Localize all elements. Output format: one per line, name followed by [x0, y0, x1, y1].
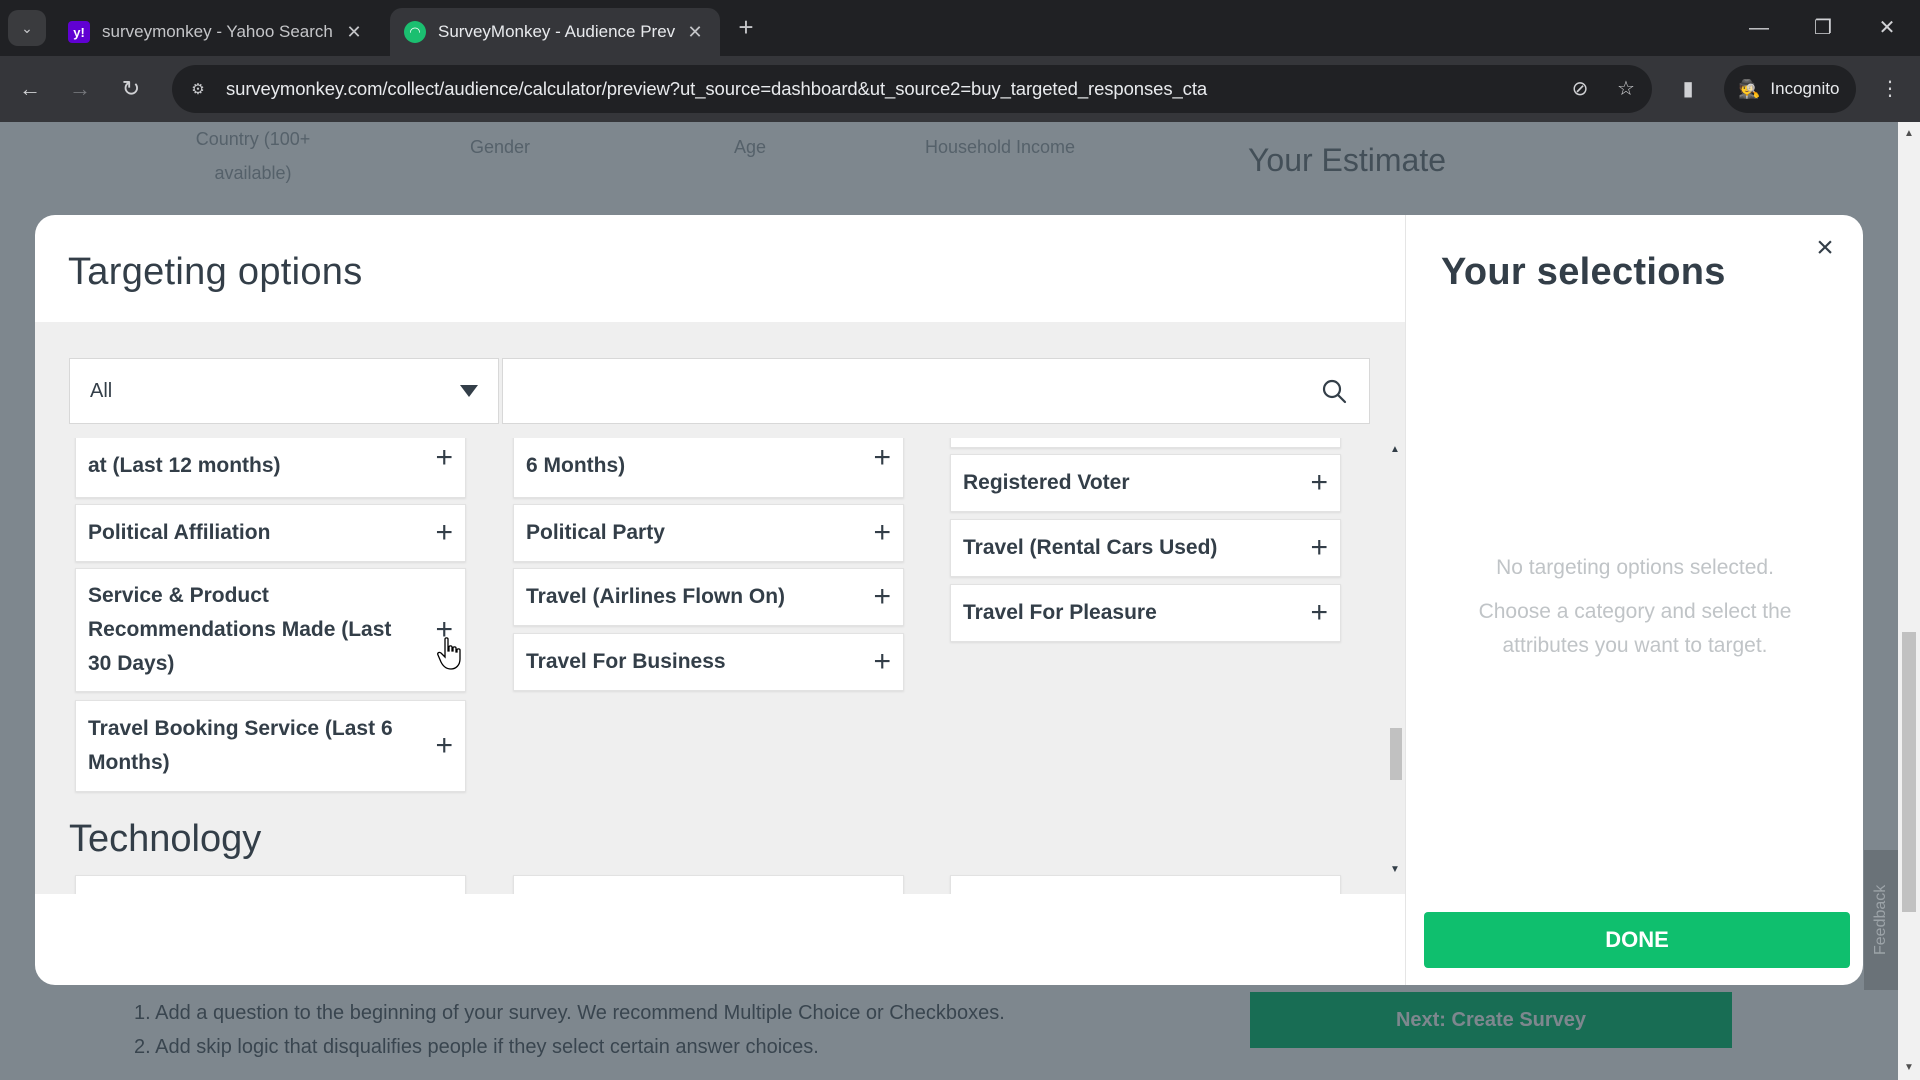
add-icon[interactable]: + [873, 582, 891, 612]
side-panel-icon[interactable]: ▮ [1672, 73, 1704, 105]
search-icon[interactable] [1321, 378, 1347, 404]
reload-icon[interactable]: ↻ [115, 73, 147, 105]
option-card[interactable]: Travel (Rental Cars Used) + [950, 519, 1341, 577]
option-label: Travel For Business [526, 650, 726, 673]
bookmark-star-icon[interactable]: ☆ [1610, 73, 1642, 105]
option-card[interactable]: Service & Product Recommendations Made (… [75, 568, 466, 692]
add-icon[interactable]: + [435, 518, 453, 548]
feedback-tab[interactable]: Feedback [1864, 850, 1898, 990]
empty-selections-hint: Choose a category and select the attribu… [1478, 600, 1792, 657]
restore-icon[interactable]: ❐ [1803, 12, 1843, 44]
option-card[interactable]: Travel For Business + [513, 633, 904, 691]
targeting-options-pane: Targeting options All at (Last 12 months… [35, 215, 1405, 985]
targeting-options-modal: Targeting options All at (Last 12 months… [35, 215, 1863, 985]
search-box[interactable] [502, 358, 1370, 424]
option-label: 6 Months) [526, 454, 626, 477]
option-label: Registered Voter [963, 471, 1130, 494]
option-card[interactable]: at (Last 12 months) + [75, 438, 466, 498]
add-icon[interactable]: + [873, 647, 891, 677]
tab-surveymonkey[interactable]: ◠ SurveyMonkey - Audience Prev ✕ [390, 8, 720, 56]
browser-toolbar: ← → ↻ ⚙ surveymonkey.com/collect/audienc… [0, 56, 1920, 122]
tab-close-icon[interactable]: ✕ [343, 22, 365, 43]
option-label: Political Party [526, 521, 665, 544]
tab-close-icon[interactable]: ✕ [684, 22, 706, 43]
done-button[interactable]: DONE [1424, 912, 1850, 968]
site-info-icon[interactable]: ⚙ [180, 71, 216, 107]
back-icon[interactable]: ← [14, 73, 46, 105]
your-selections-pane: Your selections × No targeting options s… [1405, 215, 1863, 985]
selections-title: Your selections [1441, 251, 1726, 293]
scroll-down-arrow-icon[interactable]: ▼ [1386, 864, 1404, 875]
option-card[interactable]: Political Party + [513, 504, 904, 562]
option-card[interactable]: Travel Booking Service (Last 6 Months) + [75, 700, 466, 792]
caret-down-icon [460, 385, 478, 397]
scroll-up-arrow-icon[interactable]: ▲ [1898, 124, 1920, 144]
option-label: Travel Booking Service (Last 6 Months) [88, 717, 393, 774]
option-label: Service & Product Recommendations Made (… [88, 584, 392, 675]
forward-icon[interactable]: → [64, 73, 96, 105]
options-scrollbar-thumb[interactable] [1390, 728, 1402, 780]
add-icon[interactable]: + [435, 443, 453, 473]
tab-search-button[interactable]: ⌄ [8, 10, 46, 46]
search-input[interactable] [503, 359, 1321, 423]
scroll-up-arrow-icon[interactable]: ▲ [1386, 444, 1404, 455]
window-close-icon[interactable]: ✕ [1867, 12, 1907, 44]
category-filter-value: All [90, 379, 113, 402]
chevron-down-icon: ⌄ [21, 19, 33, 36]
url-text[interactable]: surveymonkey.com/collect/audience/calcul… [226, 78, 1207, 100]
option-card[interactable] [75, 875, 466, 894]
new-tab-button[interactable]: + [732, 14, 760, 42]
option-card[interactable]: Political Affiliation + [75, 504, 466, 562]
add-icon[interactable]: + [1310, 598, 1328, 628]
add-icon[interactable]: + [1310, 468, 1328, 498]
empty-selections-message: No targeting options selected. [1496, 556, 1774, 579]
option-card[interactable]: 6 Months) + [513, 438, 904, 498]
option-card[interactable] [950, 875, 1341, 894]
incognito-label: Incognito [1770, 79, 1840, 98]
options-list[interactable]: at (Last 12 months) + Political Affiliat… [35, 438, 1405, 894]
add-icon[interactable]: + [1310, 533, 1328, 563]
tab-title: SurveyMonkey - Audience Prev [438, 22, 676, 41]
option-card[interactable]: Registered Voter + [950, 454, 1341, 512]
surveymonkey-favicon-icon: ◠ [404, 21, 426, 43]
hand-cursor-icon [437, 637, 461, 670]
address-bar[interactable]: ⚙ surveymonkey.com/collect/audience/calc… [172, 65, 1652, 113]
option-card[interactable]: Travel (Airlines Flown On) + [513, 568, 904, 626]
option-card[interactable]: Travel For Pleasure + [950, 584, 1341, 642]
browser-tab-bar: ⌄ y! surveymonkey - Yahoo Search R ✕ ◠ S… [0, 0, 1920, 56]
tab-title: surveymonkey - Yahoo Search R [102, 22, 335, 41]
tab-yahoo-search[interactable]: y! surveymonkey - Yahoo Search R ✕ [54, 8, 379, 56]
option-label: at (Last 12 months) [88, 454, 281, 477]
eye-off-icon[interactable]: ⊘ [1564, 73, 1596, 105]
scroll-down-arrow-icon[interactable]: ▼ [1898, 1058, 1920, 1078]
category-filter-select[interactable]: All [69, 358, 499, 424]
option-label: Political Affiliation [88, 521, 271, 544]
option-label: Travel (Airlines Flown On) [526, 585, 786, 608]
section-title-technology: Technology [69, 818, 262, 860]
incognito-badge[interactable]: 🕵 Incognito [1724, 65, 1856, 113]
browser-menu-icon[interactable]: ⋮ [1874, 73, 1906, 105]
option-label: Travel (Rental Cars Used) [963, 536, 1218, 559]
options-scrollbar[interactable]: ▲ ▼ [1386, 438, 1404, 878]
add-icon[interactable]: + [873, 443, 891, 473]
incognito-icon: 🕵 [1738, 78, 1761, 99]
close-icon[interactable]: × [1807, 230, 1843, 266]
minimize-icon[interactable]: — [1739, 12, 1779, 44]
add-icon[interactable]: + [873, 518, 891, 548]
options-area: All at (Last 12 months) + Political Affi… [35, 322, 1405, 894]
modal-title: Targeting options [68, 251, 363, 293]
yahoo-favicon-icon: y! [68, 21, 90, 43]
page-scrollbar[interactable]: ▲ ▼ [1898, 122, 1920, 1080]
page-scrollbar-thumb[interactable] [1902, 632, 1916, 912]
option-card[interactable] [950, 438, 1341, 448]
add-icon[interactable]: + [435, 731, 453, 761]
option-label: Travel For Pleasure [963, 601, 1157, 624]
option-card[interactable] [513, 875, 904, 894]
